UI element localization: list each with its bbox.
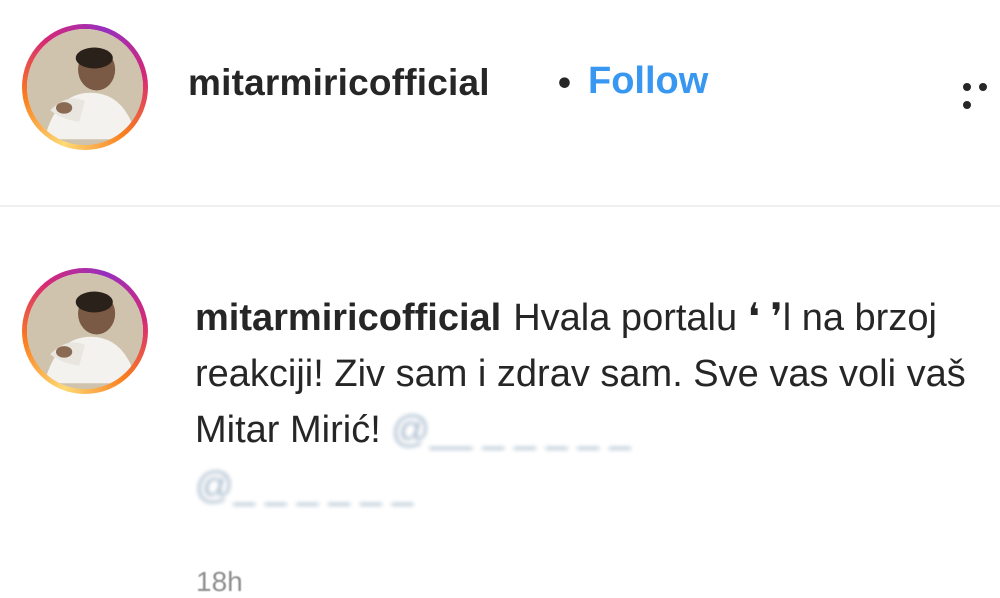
comment-avatar[interactable]	[22, 268, 148, 394]
header-username[interactable]: mitarmiricofficial	[188, 62, 490, 104]
comment-timestamp[interactable]: 18h	[196, 566, 243, 598]
mention-link[interactable]: @_ _ _ _ _ _	[195, 465, 413, 507]
more-options-icon[interactable]	[963, 78, 1000, 109]
post-header: mitarmiricofficial • Follow	[0, 0, 1000, 205]
mention-link[interactable]: @__ _ _ _ _ _	[391, 409, 630, 451]
separator-dot: •	[558, 62, 571, 103]
follow-button[interactable]: Follow	[588, 60, 708, 103]
comment-username[interactable]: mitarmiricofficial	[195, 297, 501, 339]
divider	[0, 205, 1000, 207]
person-photo-icon	[27, 273, 143, 389]
comment-profile-photo	[27, 273, 143, 389]
caption-comment: mitarmiricofficial Hvala portalu ❛ ❜l na …	[195, 290, 985, 514]
person-photo-icon	[27, 29, 143, 145]
profile-avatar[interactable]	[22, 24, 148, 150]
profile-photo	[27, 29, 143, 145]
